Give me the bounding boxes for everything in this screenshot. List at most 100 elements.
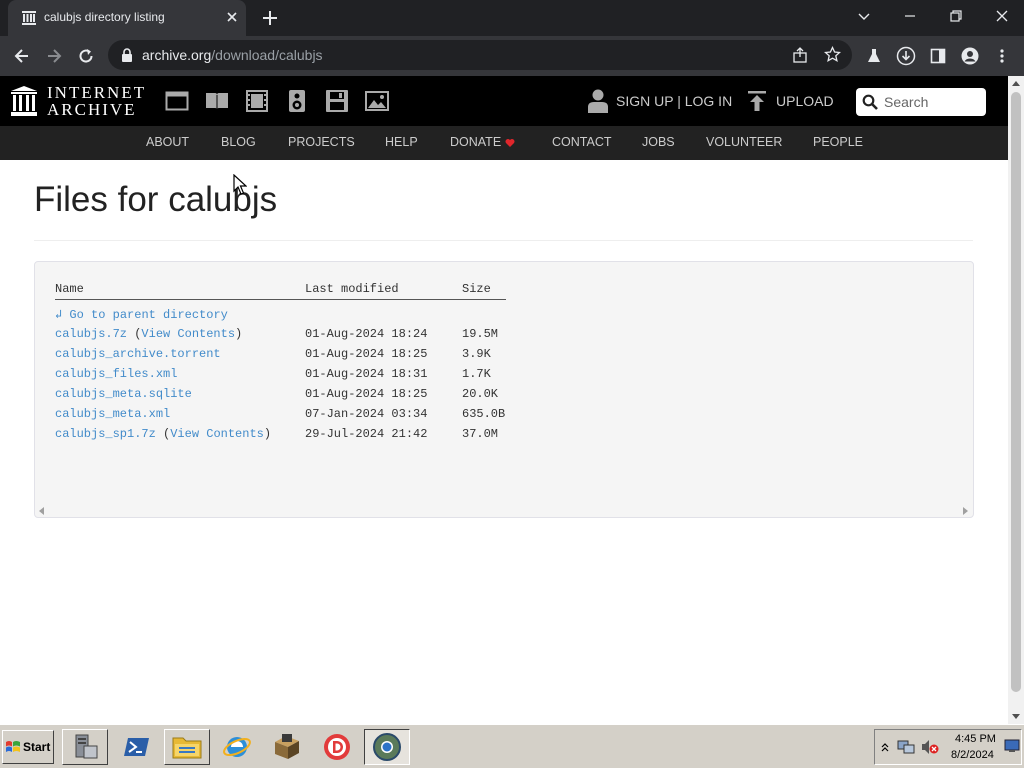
minimize-button[interactable] [896, 4, 924, 28]
size-cell: 635.0B [462, 407, 506, 421]
view-contents-link[interactable]: View Contents [170, 427, 264, 441]
close-icon [996, 10, 1008, 22]
scroll-left-arrow-icon[interactable] [39, 507, 45, 515]
file-link[interactable]: calubjs_sp1.7z [55, 427, 156, 441]
address-bar[interactable]: archive.org/download/calubjs [108, 40, 852, 70]
chevron-down-icon [858, 13, 870, 20]
browser-toolbar: archive.org/download/calubjs [0, 36, 1024, 76]
taskbar-archive-tool[interactable] [264, 729, 310, 765]
nav-volunteer[interactable]: VOLUNTEER [706, 135, 782, 149]
new-tab-icon[interactable] [260, 8, 280, 28]
nav-blog[interactable]: BLOG [221, 135, 256, 149]
nav-people[interactable]: PEOPLE [813, 135, 863, 149]
show-hidden-icons-icon[interactable] [881, 742, 889, 752]
browser-tabstrip: calubjs directory listing [0, 0, 1024, 36]
modified-cell: 07-Jan-2024 03:34 [305, 407, 428, 421]
user-icon [588, 89, 608, 113]
reload-button[interactable] [74, 44, 98, 68]
screen: calubjs directory listing archive.org/do… [0, 0, 1024, 768]
search-input[interactable] [884, 93, 980, 111]
close-window-button[interactable] [988, 4, 1016, 28]
parent-directory-link[interactable]: ↲ Go to parent directory [55, 307, 228, 322]
file-link[interactable]: calubjs_meta.xml [55, 407, 170, 421]
download-icon [896, 46, 916, 66]
header-size[interactable]: Size [462, 282, 491, 296]
view-contents-link[interactable]: View Contents [141, 327, 235, 341]
star-icon[interactable] [824, 46, 841, 63]
sign-up-log-in-link[interactable]: SIGN UP | LOG IN [588, 89, 732, 113]
scrollbar-thumb[interactable] [1011, 92, 1021, 692]
texts-icon[interactable] [205, 90, 229, 112]
images-icon[interactable] [365, 90, 389, 112]
modified-cell: 01-Aug-2024 18:31 [305, 367, 428, 381]
back-button[interactable] [10, 44, 34, 68]
nav-donate[interactable]: DONATE [450, 135, 501, 149]
restore-button[interactable] [942, 4, 970, 28]
vertical-scrollbar[interactable] [1008, 76, 1024, 724]
internet-archive-wordmark[interactable]: INTERNET ARCHIVE [47, 84, 146, 118]
forward-button[interactable] [42, 44, 66, 68]
profile-button[interactable] [958, 44, 982, 68]
menu-button[interactable] [990, 44, 1014, 68]
file-link[interactable]: calubjs_archive.torrent [55, 347, 221, 361]
labs-button[interactable] [862, 44, 886, 68]
ia-search-box[interactable] [856, 88, 986, 116]
start-button[interactable]: Start [2, 730, 54, 764]
page-viewport: INTERNET ARCHIVE SIGN UP | LOG IN UPLOAD… [0, 76, 1008, 724]
nav-about[interactable]: ABOUT [146, 135, 189, 149]
internet-archive-favicon-icon [22, 11, 36, 25]
taskbar-internet-explorer[interactable] [214, 729, 260, 765]
modified-cell: 29-Jul-2024 21:42 [305, 427, 428, 441]
side-panel-button[interactable] [926, 44, 950, 68]
software-icon[interactable] [325, 90, 349, 112]
file-link[interactable]: calubjs.7z [55, 327, 127, 341]
taskbar-file-explorer[interactable] [164, 729, 210, 765]
nav-projects[interactable]: PROJECTS [288, 135, 355, 149]
wordmark-line-1: INTERNET [47, 83, 147, 102]
header-name[interactable]: Name [55, 282, 84, 296]
video-icon[interactable] [245, 90, 269, 112]
scroll-down-arrow-icon[interactable] [1012, 712, 1020, 720]
clock-time[interactable]: 4:45 PM [955, 733, 996, 745]
file-link[interactable]: calubjs_files.xml [55, 367, 177, 381]
ia-secondary-nav: ABOUT BLOG PROJECTS HELP DONATE CONTACT … [0, 126, 1008, 160]
nav-help[interactable]: HELP [385, 135, 418, 149]
network-icon[interactable] [897, 739, 915, 755]
header-last-modified[interactable]: Last modified [305, 282, 399, 296]
url-text[interactable]: archive.org/download/calubjs [142, 47, 323, 63]
directory-listing-panel: Name Last modified Size ↲ Go to parent d… [34, 261, 974, 518]
audio-icon[interactable] [285, 90, 309, 112]
windows-logo-icon [6, 741, 20, 752]
volume-muted-icon[interactable] [921, 739, 939, 755]
browser-tab[interactable]: calubjs directory listing [8, 0, 246, 36]
taskbar-server-manager[interactable] [62, 729, 108, 765]
tab-title: calubjs directory listing [44, 10, 165, 24]
table-row: calubjs_meta.sqlite 01-Aug-2024 18:25 20… [55, 387, 515, 403]
table-row: calubjs.7z (View Contents) 01-Aug-2024 1… [55, 327, 515, 343]
share-icon[interactable] [792, 47, 808, 63]
file-name-cell: calubjs_sp1.7z (View Contents) [55, 427, 272, 441]
file-link[interactable]: calubjs_meta.sqlite [55, 387, 192, 401]
tab-search-button[interactable] [850, 4, 878, 28]
web-icon[interactable] [165, 90, 189, 112]
nav-contact[interactable]: CONTACT [552, 135, 612, 149]
downloads-button[interactable] [894, 44, 918, 68]
clock-date[interactable]: 8/2/2024 [951, 749, 994, 761]
nav-jobs[interactable]: JOBS [642, 135, 675, 149]
lock-icon[interactable] [120, 47, 134, 63]
taskbar-chrome[interactable] [364, 729, 410, 765]
url-path: /download/calubjs [211, 47, 323, 63]
taskbar-app-d[interactable] [314, 729, 360, 765]
table-row: calubjs_sp1.7z (View Contents) 29-Jul-20… [55, 427, 515, 443]
table-row: calubjs_meta.xml 07-Jan-2024 03:34 635.0… [55, 407, 515, 423]
header-divider [55, 299, 506, 300]
scroll-right-arrow-icon[interactable] [962, 507, 968, 515]
taskbar-powershell[interactable] [114, 729, 160, 765]
folder-icon [172, 737, 202, 759]
file-name-cell: calubjs.7z (View Contents) [55, 327, 243, 341]
upload-link[interactable]: UPLOAD [748, 90, 834, 112]
internet-archive-logo-icon[interactable] [10, 85, 38, 117]
scroll-up-arrow-icon[interactable] [1012, 80, 1020, 88]
show-desktop-icon[interactable] [1004, 739, 1020, 753]
close-tab-icon[interactable] [224, 9, 240, 25]
